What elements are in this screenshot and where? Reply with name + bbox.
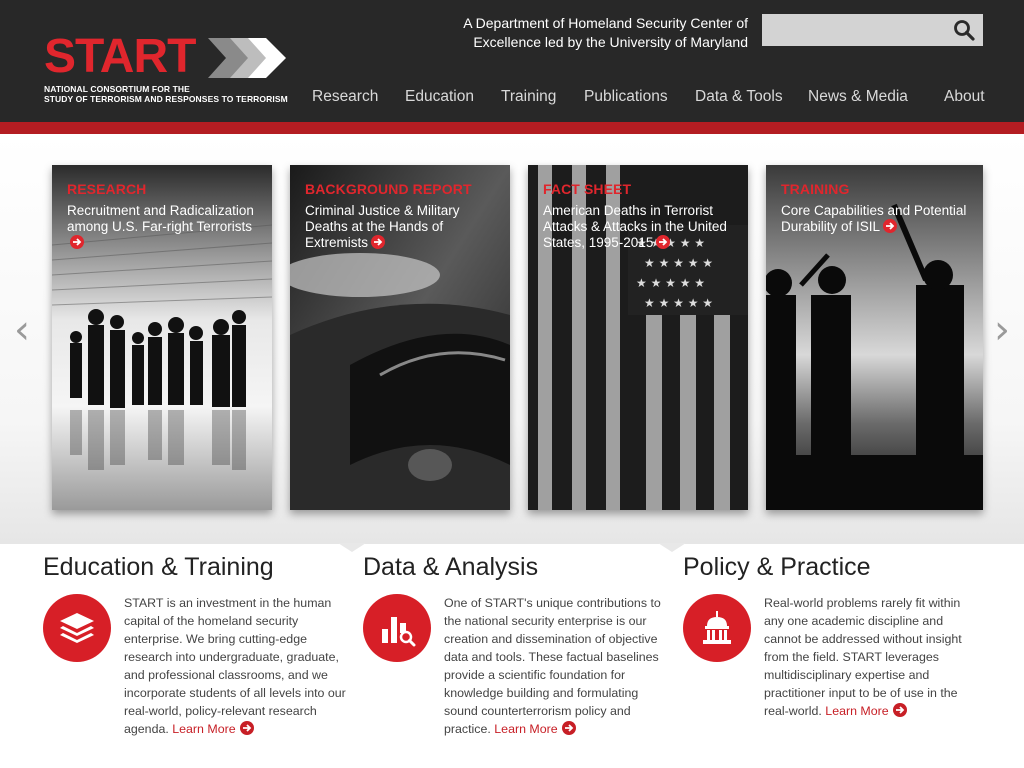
search-box bbox=[762, 14, 983, 46]
card-category: FACT SHEET bbox=[543, 181, 632, 197]
site-header: START NATIONAL CONSORTIUM FOR THE STUDY … bbox=[0, 0, 1024, 122]
search-icon bbox=[954, 20, 975, 41]
feature-icon-data-analysis[interactable] bbox=[363, 594, 431, 662]
layers-icon bbox=[60, 613, 94, 643]
card-title: Recruitment and Radicalization among U.S… bbox=[67, 203, 265, 251]
feature-text-data-analysis: One of START's unique contributions to t… bbox=[444, 596, 661, 736]
search-input[interactable] bbox=[762, 14, 947, 46]
nav-education[interactable]: Education bbox=[405, 88, 474, 106]
nav-publications[interactable]: Publications bbox=[584, 88, 668, 106]
bar-chart-search-icon bbox=[382, 617, 416, 647]
logo-arrows-icon bbox=[208, 38, 286, 78]
nav-data-tools[interactable]: Data & Tools bbox=[695, 88, 783, 106]
nav-about[interactable]: About bbox=[944, 88, 985, 106]
nav-training[interactable]: Training bbox=[501, 88, 556, 106]
card-category: TRAINING bbox=[781, 181, 850, 197]
carousel-card-fact-sheet[interactable]: ★ ★ ★ ★ ★ ★ ★ ★ ★ ★ ★ ★ ★ ★ ★ ★ ★ ★ ★ ★ … bbox=[528, 165, 748, 510]
feature-title-education-training: Education & Training bbox=[43, 553, 274, 581]
arrow-right-icon[interactable] bbox=[883, 219, 898, 233]
carousel-prev-arrow-icon[interactable]: ‹ bbox=[14, 310, 30, 350]
arrow-right-icon[interactable] bbox=[70, 235, 84, 249]
logo-wordmark: START bbox=[44, 30, 196, 83]
svg-text:★ ★ ★ ★ ★: ★ ★ ★ ★ ★ bbox=[644, 296, 713, 310]
carousel-card-research[interactable]: RESEARCH Recruitment and Radicalization … bbox=[52, 165, 272, 510]
svg-text:★ ★ ★ ★ ★: ★ ★ ★ ★ ★ bbox=[644, 256, 713, 270]
svg-text:★ ★ ★ ★ ★: ★ ★ ★ ★ ★ bbox=[636, 276, 705, 290]
arrow-right-icon[interactable] bbox=[561, 721, 576, 735]
learn-more-link[interactable]: Learn More bbox=[172, 722, 235, 736]
carousel-card-training[interactable]: TRAINING Core Capabilities and Potential… bbox=[766, 165, 983, 510]
card-title: Core Capabilities and Potential Durabili… bbox=[781, 203, 967, 234]
card-title: Criminal Justice & Military Deaths at th… bbox=[305, 203, 460, 250]
feature-title-policy-practice: Policy & Practice bbox=[683, 553, 871, 581]
feature-text-policy-practice: Real-world problems rarely fit within an… bbox=[764, 596, 962, 718]
nav-news-media[interactable]: News & Media bbox=[808, 88, 908, 106]
feature-text-education-training: START is an investment in the human capi… bbox=[124, 596, 346, 736]
section-notch bbox=[338, 543, 366, 552]
learn-more-link[interactable]: Learn More bbox=[494, 722, 557, 736]
arrow-right-icon[interactable] bbox=[656, 235, 671, 249]
card-title: American Deaths in Terrorist Attacks & A… bbox=[543, 203, 727, 250]
card-category: BACKGROUND REPORT bbox=[305, 181, 472, 197]
card-category: RESEARCH bbox=[67, 181, 147, 197]
section-notch bbox=[658, 543, 686, 552]
arrow-right-icon[interactable] bbox=[371, 235, 386, 249]
header-red-bar bbox=[0, 122, 1024, 134]
feature-icon-policy-practice[interactable] bbox=[683, 594, 751, 662]
main-nav: Research Education Training Publications… bbox=[0, 88, 1024, 108]
header-tagline: A Department of Homeland Security Center… bbox=[463, 15, 748, 50]
feature-icon-education-training[interactable] bbox=[43, 594, 111, 662]
feature-title-data-analysis: Data & Analysis bbox=[363, 553, 539, 581]
learn-more-link[interactable]: Learn More bbox=[825, 704, 888, 718]
nav-research[interactable]: Research bbox=[312, 88, 378, 106]
carousel-next-arrow-icon[interactable]: › bbox=[994, 310, 1010, 350]
capitol-building-icon bbox=[703, 611, 731, 644]
carousel-card-background-report[interactable]: BACKGROUND REPORT Criminal Justice & Mil… bbox=[290, 165, 510, 510]
arrow-right-icon[interactable] bbox=[239, 721, 254, 735]
search-button[interactable] bbox=[951, 18, 977, 42]
arrow-right-icon[interactable] bbox=[892, 703, 907, 717]
